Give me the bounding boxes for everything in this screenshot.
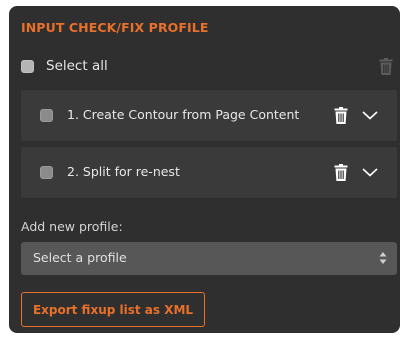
trash-icon[interactable] [334, 164, 348, 181]
select-all-row: Select all [21, 56, 397, 78]
select-updown-icon [379, 252, 387, 264]
select-all-label[interactable]: Select all [46, 58, 108, 74]
profile-row-1[interactable]: 1. Create Contour from Page Content [21, 90, 397, 141]
export-xml-button[interactable]: Export fixup list as XML [21, 292, 205, 327]
profile-select[interactable]: Select a profile [21, 242, 397, 275]
chevron-down-icon[interactable] [362, 166, 378, 178]
profile-select-value: Select a profile [33, 250, 127, 265]
select-all-checkbox[interactable] [21, 60, 34, 73]
add-profile-label: Add new profile: [21, 219, 123, 234]
panel-title: INPUT CHECK/FIX PROFILE [21, 20, 209, 35]
profile-row-2[interactable]: 2. Split for re-nest [21, 147, 397, 198]
profile-checkbox[interactable] [40, 166, 53, 179]
profile-checkbox[interactable] [40, 109, 53, 122]
chevron-down-icon[interactable] [362, 109, 378, 121]
trash-icon[interactable] [334, 107, 348, 124]
input-check-fix-profile-panel: INPUT CHECK/FIX PROFILE Select all 1. Cr… [9, 6, 400, 333]
profile-label: 1. Create Contour from Page Content [67, 107, 300, 122]
trash-icon[interactable] [379, 58, 393, 75]
profile-label: 2. Split for re-nest [67, 164, 180, 179]
